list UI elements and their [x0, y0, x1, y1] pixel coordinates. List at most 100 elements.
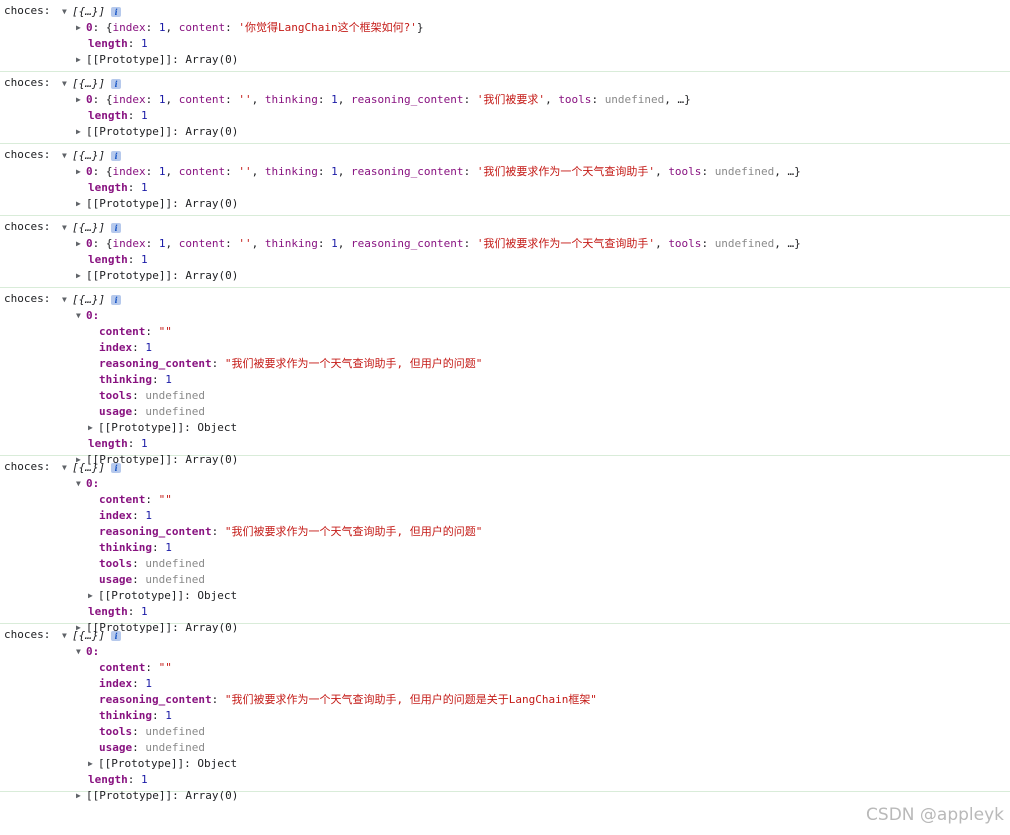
token: , [251, 165, 265, 178]
token: : { [92, 165, 113, 178]
token: reasoning_content [350, 237, 464, 250]
token: '' [238, 165, 252, 178]
property-value: undefined [145, 573, 205, 586]
token: 1 [158, 165, 166, 178]
expand-triangle-open-icon[interactable]: ▼ [62, 220, 72, 236]
token: 0 [86, 165, 93, 178]
expand-triangle-open-icon[interactable]: ▼ [76, 644, 86, 660]
token: '我们被要求作为一个天气查询助手' [476, 237, 656, 250]
token: 1 [158, 21, 166, 34]
length-key: length [88, 181, 128, 194]
expand-triangle-closed-icon[interactable]: ▶ [76, 92, 86, 108]
token: , [337, 237, 351, 250]
expand-triangle-open-icon[interactable]: ▼ [76, 476, 86, 492]
console-entry: choces: ▼ [{…}] i ▶ 0: {index: 1, content: ''… [0, 216, 1010, 288]
array-summary: [{…}] [72, 5, 106, 18]
property-value: "" [158, 661, 172, 674]
property-key: index [99, 677, 133, 690]
token: 1 [331, 237, 338, 250]
token: content [178, 93, 226, 106]
expand-triangle-closed-icon[interactable]: ▶ [88, 420, 98, 436]
info-icon[interactable]: i [111, 631, 122, 641]
expand-triangle-open-icon[interactable]: ▼ [76, 308, 86, 324]
token: 0 [86, 93, 93, 106]
property-value: 1 [165, 373, 172, 386]
token: , [337, 93, 351, 106]
property-colon: : [151, 709, 166, 722]
token: thinking [264, 93, 318, 106]
object-property-row: tools: undefined [99, 556, 205, 572]
prototype-label: [[Prototype]]: Array(0) [86, 197, 239, 210]
expand-triangle-open-icon[interactable]: ▼ [62, 4, 72, 20]
length-colon: : [127, 605, 141, 618]
expand-triangle-open-icon[interactable]: ▼ [62, 76, 72, 92]
array-summary-row: ▼ [{…}] i [62, 4, 122, 20]
info-icon[interactable]: i [111, 7, 122, 17]
expand-triangle-open-icon[interactable]: ▼ [62, 460, 72, 476]
object-property-row: usage: undefined [99, 404, 205, 420]
length-value: 1 [141, 109, 148, 122]
token: content [178, 165, 226, 178]
expand-triangle-closed-icon[interactable]: ▶ [76, 788, 86, 804]
token: 1 [331, 165, 338, 178]
token: , [655, 237, 669, 250]
object-property-row: usage: undefined [99, 572, 205, 588]
expand-triangle-closed-icon[interactable]: ▶ [88, 756, 98, 772]
property-key: reasoning_content [99, 525, 212, 538]
info-icon[interactable]: i [111, 223, 122, 233]
array-length-row: length: 1 [88, 252, 148, 268]
token: index [112, 21, 146, 34]
property-key: tools [99, 389, 133, 402]
prototype-label: [[Prototype]]: Object [98, 757, 238, 770]
expand-triangle-closed-icon[interactable]: ▶ [76, 196, 86, 212]
token: 1 [331, 93, 338, 106]
property-colon: : [132, 725, 146, 738]
expand-triangle-closed-icon[interactable]: ▶ [76, 268, 86, 284]
array-item-row: ▶ 0: {index: 1, content: '', thinking: 1,… [76, 164, 801, 180]
property-key: content [99, 493, 146, 506]
expand-triangle-open-icon[interactable]: ▼ [62, 628, 72, 644]
token: : [701, 165, 715, 178]
property-key: tools [99, 725, 133, 738]
token: , …} [774, 165, 801, 178]
token: } [416, 21, 424, 34]
array-summary-row: ▼ [{…}] i [62, 628, 122, 644]
property-colon: : [151, 541, 166, 554]
object-property-row: usage: undefined [99, 740, 205, 756]
length-key: length [88, 253, 128, 266]
expand-triangle-closed-icon[interactable]: ▶ [88, 588, 98, 604]
object-prototype-row: ▶ [[Prototype]]: Object [88, 588, 237, 604]
length-colon: : [127, 253, 141, 266]
object-property-row: content: "" [99, 324, 172, 340]
property-value: 1 [145, 677, 152, 690]
object-property-row: index: 1 [99, 676, 152, 692]
log-label: choces: [4, 628, 51, 641]
info-icon[interactable]: i [111, 463, 122, 473]
log-label: choces: [4, 292, 51, 305]
object-property-row: content: "" [99, 492, 172, 508]
info-icon[interactable]: i [111, 151, 122, 161]
expand-triangle-open-icon[interactable]: ▼ [62, 292, 72, 308]
token: content [178, 21, 226, 34]
array-index-label: 0: [86, 309, 100, 322]
length-value: 1 [141, 773, 148, 786]
property-colon: : [211, 357, 225, 370]
expand-triangle-closed-icon[interactable]: ▶ [76, 20, 86, 36]
info-icon[interactable]: i [111, 79, 122, 89]
expand-triangle-closed-icon[interactable]: ▶ [76, 164, 86, 180]
expand-triangle-closed-icon[interactable]: ▶ [76, 124, 86, 140]
array-summary-row: ▼ [{…}] i [62, 292, 122, 308]
console-entry: choces: ▼ [{…}] i ▼ 0: content: "" index: 1 reas… [0, 288, 1010, 466]
info-icon[interactable]: i [111, 295, 122, 305]
console-entry: choces: ▼ [{…}] i ▼ 0: content: "" index: 1 reas… [0, 456, 1010, 634]
array-length-row: length: 1 [88, 108, 148, 124]
array-summary-row: ▼ [{…}] i [62, 148, 122, 164]
expand-triangle-open-icon[interactable]: ▼ [62, 148, 72, 164]
token: : [591, 93, 605, 106]
log-label: choces: [4, 4, 51, 17]
expand-triangle-closed-icon[interactable]: ▶ [76, 236, 86, 252]
property-value: undefined [145, 557, 205, 570]
object-property-row: reasoning_content: "我们被要求作为一个天气查询助手, 但用户… [99, 524, 482, 540]
expand-triangle-closed-icon[interactable]: ▶ [76, 52, 86, 68]
property-value: 1 [145, 341, 152, 354]
